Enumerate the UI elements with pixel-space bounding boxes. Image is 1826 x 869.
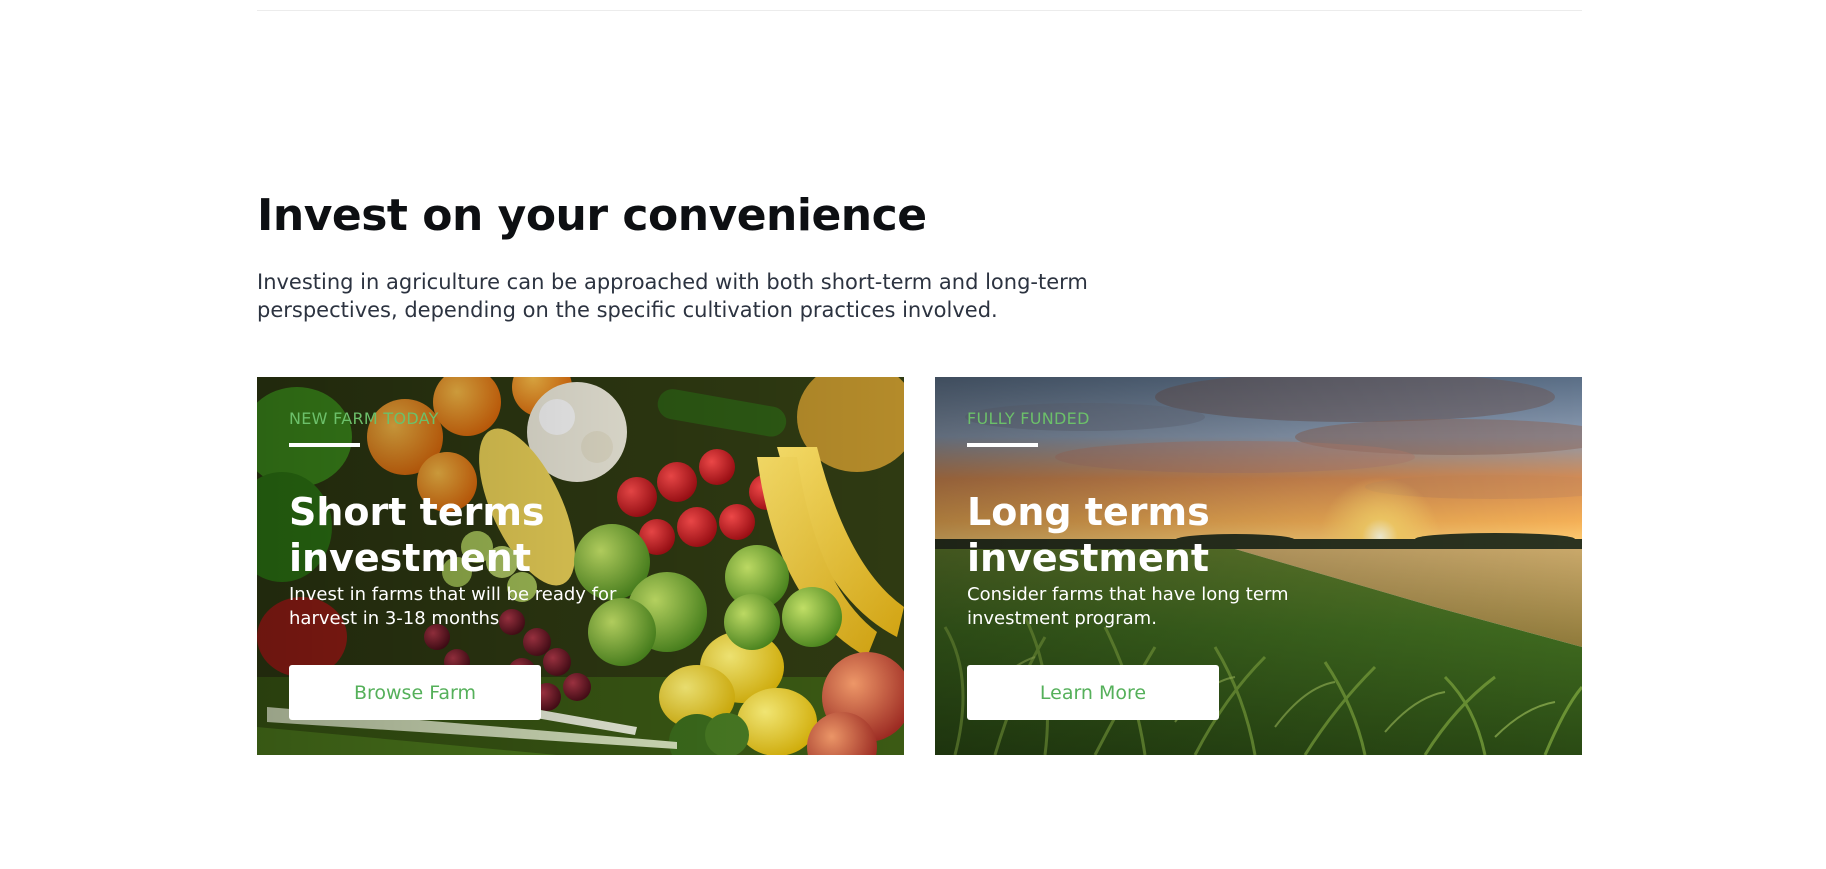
investment-cards: NEW FARM TODAY Short terms investment In… bbox=[257, 377, 1582, 755]
tag-underline bbox=[289, 443, 360, 447]
section-title: Invest on your convenience bbox=[257, 190, 927, 241]
card-description: Invest in farms that will be ready for h… bbox=[289, 584, 617, 629]
invest-section: Invest on your convenience Investing in … bbox=[257, 190, 1582, 324]
long-term-card: FULLY FUNDED Long terms investment Consi… bbox=[935, 377, 1582, 755]
browse-farm-button[interactable]: Browse Farm bbox=[289, 665, 541, 720]
top-divider bbox=[257, 10, 1582, 11]
card-content: NEW FARM TODAY Short terms investment In… bbox=[289, 409, 769, 631]
card-title: Long terms investment bbox=[967, 490, 1210, 580]
card-title: Short terms investment bbox=[289, 490, 545, 580]
card-tag: NEW FARM TODAY bbox=[289, 409, 439, 428]
learn-more-button[interactable]: Learn More bbox=[967, 665, 1219, 720]
tag-underline bbox=[967, 443, 1038, 447]
card-tag: FULLY FUNDED bbox=[967, 409, 1090, 428]
card-description: Consider farms that have long term inves… bbox=[967, 584, 1289, 629]
section-description: Investing in agriculture can be approach… bbox=[257, 270, 1088, 322]
short-term-card: NEW FARM TODAY Short terms investment In… bbox=[257, 377, 904, 755]
card-content: FULLY FUNDED Long terms investment Consi… bbox=[967, 409, 1447, 631]
